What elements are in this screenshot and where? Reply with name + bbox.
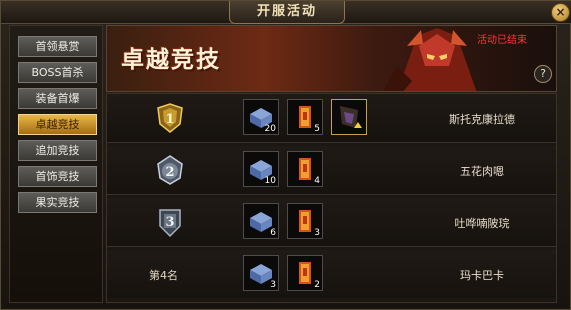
ranking-row: 第4名 3 2 玛卡巴卡 (107, 250, 556, 298)
item-count: 4 (314, 176, 320, 186)
player-name: 吐哗喃陂琓 (454, 217, 510, 230)
help-button[interactable]: ? (534, 65, 552, 83)
reward-scroll-slot[interactable]: 2 (287, 255, 323, 291)
reward-crate-slot[interactable]: 10 (243, 151, 279, 187)
close-button[interactable]: × (551, 3, 570, 22)
rank-label: 第4名 (149, 269, 178, 282)
item-count: 5 (314, 124, 320, 134)
sidebar-item-excellent-arena[interactable]: 卓越竞技 (18, 114, 97, 135)
reward-crate-slot[interactable]: 3 (243, 255, 279, 291)
sidebar-item-equip-first-drop[interactable]: 装备首爆 (18, 88, 97, 109)
sidebar-item-boss-bounty[interactable]: 首领悬赏 (18, 36, 97, 57)
ranking-row: 2 10 4 五花肉嗯 (107, 146, 556, 195)
item-count: 20 (264, 124, 276, 134)
ranking-table: 1 20 5 斯托克康拉德 2 10 4 五花肉嗯 3 6 3 吐哗喃陂琓 第4… (106, 93, 557, 303)
sidebar-item-fruit-arena[interactable]: 果实竞技 (18, 192, 97, 213)
item-count: 3 (314, 228, 320, 238)
window-title: 开服活动 (229, 1, 345, 24)
sidebar: 首领悬赏 BOSS首杀 装备首爆 卓越竞技 追加竞技 首饰竞技 果实竞技 (9, 25, 103, 303)
rank-medal-bronze-icon: 3 (159, 209, 181, 238)
svg-text:1: 1 (165, 112, 174, 127)
reward-scroll-slot[interactable]: 4 (287, 151, 323, 187)
svg-text:2: 2 (165, 165, 174, 180)
event-banner: 卓越竞技 活动已结束 ? (106, 25, 557, 92)
reward-scroll-slot[interactable]: 5 (287, 99, 323, 135)
reward-scroll-slot[interactable]: 3 (287, 203, 323, 239)
wings-icon (340, 106, 362, 128)
player-name: 五花肉嗯 (460, 165, 504, 178)
item-count: 2 (314, 280, 320, 290)
banner-title: 卓越竞技 (121, 47, 221, 73)
player-name: 玛卡巴卡 (460, 269, 504, 282)
reward-crate-slot[interactable]: 6 (243, 203, 279, 239)
ranking-row: 1 20 5 斯托克康拉德 (107, 94, 556, 143)
svg-text:3: 3 (165, 215, 174, 230)
item-count: 10 (264, 176, 276, 186)
reward-wings-slot[interactable] (331, 99, 367, 135)
player-name: 斯托克康拉德 (449, 113, 515, 126)
item-count: 3 (270, 280, 276, 290)
ranking-row: 3 6 3 吐哗喃陂琓 (107, 198, 556, 247)
rank-medal-gold-icon: 1 (157, 103, 183, 133)
reward-crate-slot[interactable]: 20 (243, 99, 279, 135)
activity-window: 开服活动 × 首领悬赏 BOSS首杀 装备首爆 卓越竞技 追加竞技 首饰竞技 果… (0, 0, 571, 310)
rank-medal-silver-icon: 2 (157, 155, 183, 185)
sidebar-item-jewelry-arena[interactable]: 首饰竞技 (18, 166, 97, 187)
event-status-text: 活动已结束 (477, 35, 527, 46)
sidebar-item-append-arena[interactable]: 追加竞技 (18, 140, 97, 161)
item-count: 6 (270, 228, 276, 238)
sidebar-item-boss-first-kill[interactable]: BOSS首杀 (18, 62, 97, 83)
